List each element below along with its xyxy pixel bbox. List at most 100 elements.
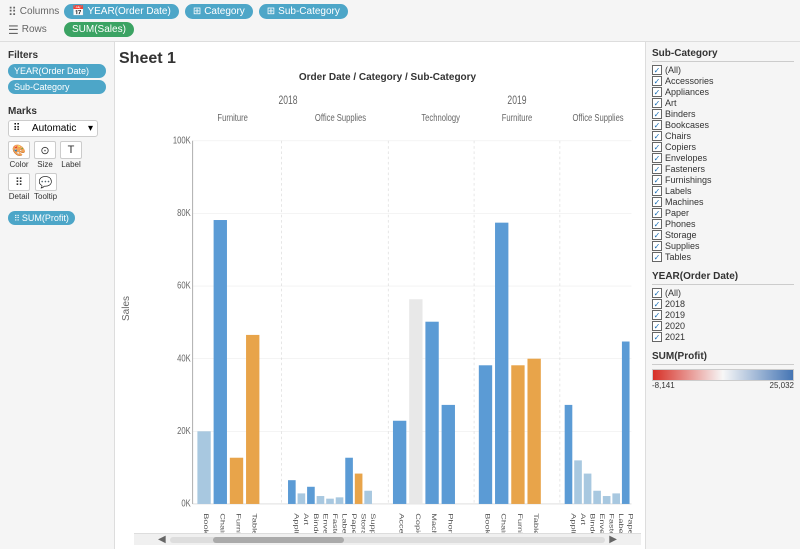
size-button[interactable]: ⊙ Size [34,141,56,169]
legend-item-labels[interactable]: Labels [652,186,794,196]
svg-text:Labels: Labels [617,513,624,533]
checkbox-storage[interactable] [652,230,662,240]
color-button[interactable]: 🎨 Color [8,141,30,169]
checkbox-art[interactable] [652,98,662,108]
right-sidebar: Sub-Category (All) Accessories Appliance… [645,42,800,549]
year-legend-2020[interactable]: 2020 [652,321,794,331]
year-legend-2021[interactable]: 2021 [652,332,794,342]
bar-2019-os-binders[interactable] [584,474,592,504]
scroll-right-arrow[interactable]: ▶ [605,534,621,545]
checkbox-year-2021[interactable] [652,332,662,342]
bar-2018-os-supplies[interactable] [364,491,372,504]
year-legend-all[interactable]: (All) [652,288,794,298]
subcategory-pill[interactable]: ⊞ Sub-Category [259,4,348,19]
bar-2019-os-appliances[interactable] [565,405,573,504]
bar-2019-os-envelopes[interactable] [593,491,601,504]
legend-item-binders[interactable]: Binders [652,109,794,119]
legend-item-supplies[interactable]: Supplies [652,241,794,251]
bar-2018-furniture-chairs[interactable] [214,220,227,504]
checkbox-tables[interactable] [652,252,662,262]
checkbox-year-2019[interactable] [652,310,662,320]
checkbox-phones[interactable] [652,219,662,229]
legend-item-chairs[interactable]: Chairs [652,131,794,141]
marks-type-dropdown[interactable]: ⠿ Automatic ▾ [8,120,98,137]
bar-2019-furniture-furnishings[interactable] [511,365,524,504]
svg-text:Furnishings: Furnishings [516,513,523,533]
svg-text:Furnishings: Furnishings [235,513,242,533]
bar-2018-os-binders[interactable] [307,487,315,504]
detail-button[interactable]: ⠿ Detail [8,173,30,201]
chart-svg: 0K 20K 40K 60K 80K 100K [164,84,641,533]
tooltip-button[interactable]: 💬 Tooltip [34,173,57,201]
legend-item-machines[interactable]: Machines [652,197,794,207]
legend-item-fasteners[interactable]: Fasteners [652,164,794,174]
legend-item-tables[interactable]: Tables [652,252,794,262]
bar-2019-os-art[interactable] [574,460,582,504]
year-legend-2018[interactable]: 2018 [652,299,794,309]
bar-2019-furniture-tables[interactable] [527,359,540,504]
bar-2019-furniture-bookcases[interactable] [479,365,492,504]
checkbox-binders[interactable] [652,109,662,119]
scroll-left-arrow[interactable]: ◀ [154,534,170,545]
checkbox-machines[interactable] [652,197,662,207]
legend-item-all[interactable]: (All) [652,65,794,75]
bar-2018-tech-accessories[interactable] [393,421,406,504]
year-pill[interactable]: 📅 YEAR(Order Date) [64,4,179,19]
bar-2019-os-labels[interactable] [612,493,620,504]
checkbox-supplies[interactable] [652,241,662,251]
category-pill[interactable]: ⊞ Category [185,4,253,19]
checkbox-all[interactable] [652,65,662,75]
bar-2018-furniture-furnishings[interactable] [230,458,243,504]
legend-item-appliances[interactable]: Appliances [652,87,794,97]
bar-2018-tech-copiers[interactable] [409,299,422,504]
checkbox-fasteners[interactable] [652,164,662,174]
checkbox-copiers[interactable] [652,142,662,152]
legend-item-bookcases[interactable]: Bookcases [652,120,794,130]
checkbox-appliances[interactable] [652,87,662,97]
checkbox-labels[interactable] [652,186,662,196]
legend-item-envelopes[interactable]: Envelopes [652,153,794,163]
checkbox-bookcases[interactable] [652,120,662,130]
checkbox-year-2018[interactable] [652,299,662,309]
legend-item-art[interactable]: Art [652,98,794,108]
scroll-track[interactable] [170,537,606,543]
year-legend-2019[interactable]: 2019 [652,310,794,320]
svg-text:Fasteners: Fasteners [608,513,615,533]
bar-2018-os-labels[interactable] [336,497,344,504]
filter-year[interactable]: YEAR(Order Date) [8,64,106,78]
sales-pill[interactable]: SUM(Sales) [64,22,134,37]
legend-item-phones[interactable]: Phones [652,219,794,229]
legend-item-paper[interactable]: Paper [652,208,794,218]
sum-profit-pill[interactable]: ⠿ SUM(Profit) [8,211,75,225]
bar-2018-tech-phones[interactable] [442,405,455,504]
checkbox-furnishings[interactable] [652,175,662,185]
checkbox-accessories[interactable] [652,76,662,86]
legend-item-storage[interactable]: Storage [652,230,794,240]
bar-2019-os-fasteners[interactable] [603,496,611,504]
checkbox-year-all[interactable] [652,288,662,298]
checkbox-year-2020[interactable] [652,321,662,331]
label-button[interactable]: T Label [60,141,82,169]
bar-2018-os-paper[interactable] [345,458,353,504]
checkbox-envelopes[interactable] [652,153,662,163]
scroll-thumb[interactable] [213,537,344,543]
bar-2018-tech-machines[interactable] [425,322,438,504]
bar-2018-furniture-bookcases[interactable] [197,431,210,504]
bar-2018-os-fasteners[interactable] [326,499,334,504]
legend-item-accessories[interactable]: Accessories [652,76,794,86]
checkbox-paper[interactable] [652,208,662,218]
bar-2018-furniture-tables[interactable] [246,335,259,504]
bottom-scrollbar[interactable]: ◀ ▶ [134,533,641,545]
legend-item-copiers[interactable]: Copiers [652,142,794,152]
legend-item-furnishings[interactable]: Furnishings [652,175,794,185]
bar-2019-furniture-chairs[interactable] [495,223,508,504]
bar-2019-os-paper[interactable] [622,342,630,504]
bar-2018-os-envelopes[interactable] [317,496,325,504]
bar-2018-os-storage[interactable] [355,474,363,504]
bar-2018-os-art[interactable] [298,493,306,504]
bar-2018-os-appliances[interactable] [288,480,296,504]
checkbox-chairs[interactable] [652,131,662,141]
rows-row: ☰ Rows SUM(Sales) [8,22,792,37]
filter-subcategory[interactable]: Sub-Category [8,80,106,94]
marks-buttons: 🎨 Color ⊙ Size T Label ⠿ Detail [8,141,106,201]
